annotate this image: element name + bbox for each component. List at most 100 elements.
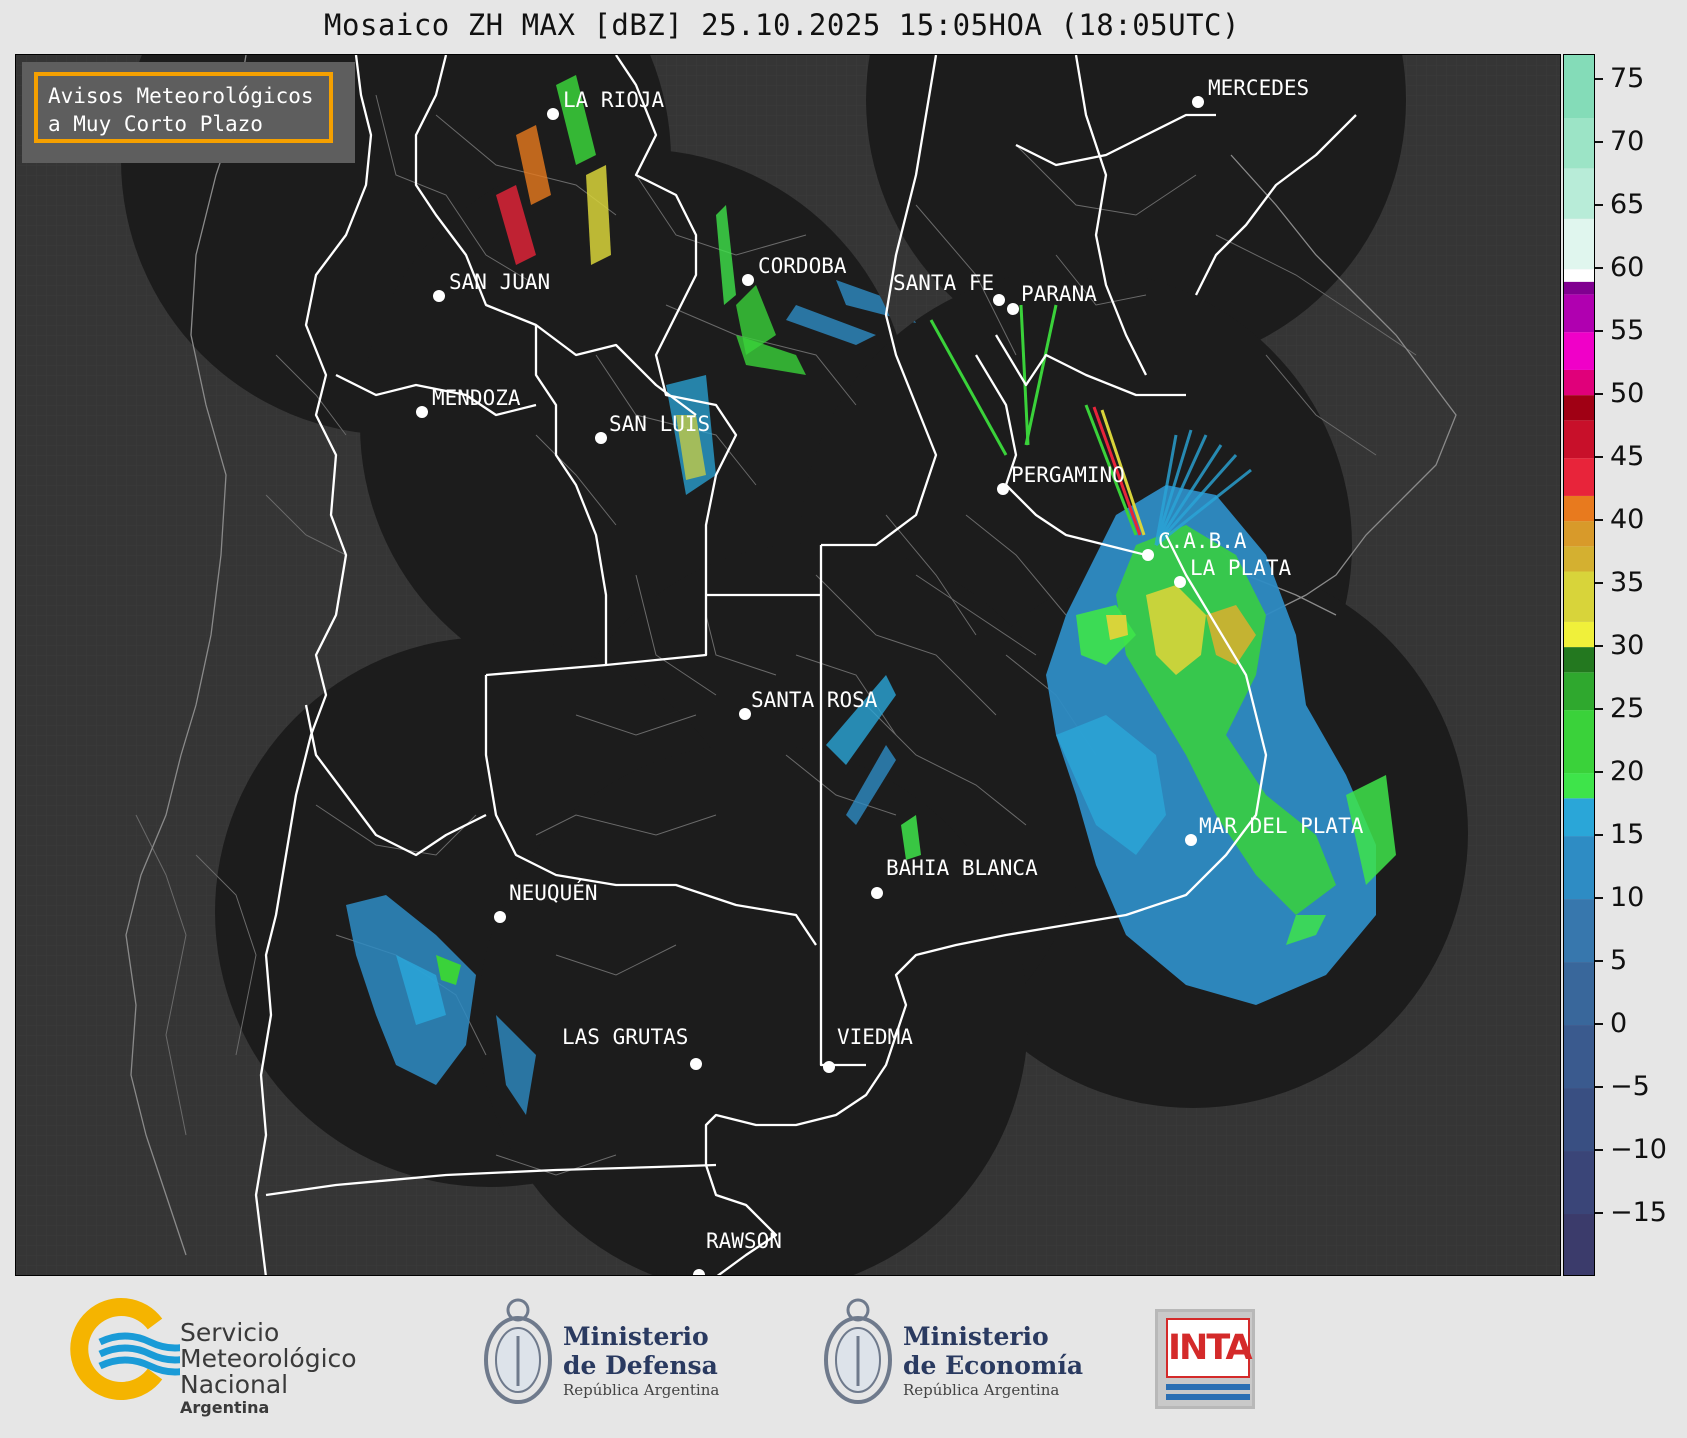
- colorbar-tick: [1595, 1149, 1603, 1152]
- colorbar-tick-label: 55: [1610, 315, 1645, 347]
- inta-logo[interactable]: INTA: [1155, 1309, 1255, 1409]
- colorbar-band: [1564, 117, 1594, 169]
- inta-stripe: [1166, 1384, 1250, 1390]
- city-label: NEUQUÉN: [509, 880, 598, 905]
- colorbar-band: [1564, 621, 1594, 648]
- marker-mar-del-plata[interactable]: [1185, 834, 1197, 846]
- marker-bahia-blanca[interactable]: [871, 887, 883, 899]
- marker-viedma[interactable]: [823, 1061, 835, 1073]
- city-label: CORDOBA: [758, 254, 847, 278]
- colorbar-band: [1564, 571, 1594, 622]
- city-label: LA PLATA: [1190, 556, 1292, 580]
- notice-box[interactable]: Avisos Meteorológicos a Muy Corto Plazo: [34, 72, 333, 143]
- map-canvas: LA RIOJA MERCEDES CORDOBA SAN JUAN SANTA…: [16, 55, 1560, 1275]
- marker-las-grutas[interactable]: [690, 1058, 702, 1070]
- colorbar-tick-label: 65: [1610, 189, 1645, 221]
- colorbar-tick: [1595, 141, 1603, 144]
- colorbar-band: [1564, 458, 1594, 496]
- colorbar-tick: [1595, 519, 1603, 522]
- colorbar-tick-label: 0: [1610, 1008, 1628, 1040]
- colorbar-band: [1564, 672, 1594, 711]
- colorbar-band: [1564, 962, 1594, 1026]
- colorbar-band: [1564, 836, 1594, 900]
- colorbar-tick: [1595, 204, 1603, 207]
- smn-line-3: Nacional: [180, 1370, 289, 1399]
- colorbar-band: [1564, 1025, 1594, 1089]
- economia-line-2: de Economía: [903, 1351, 1084, 1380]
- city-label: PERGAMINO: [1011, 463, 1125, 487]
- defensa-wordmark: Ministerio de Defensa República Argentin…: [563, 1322, 719, 1400]
- colorbar-canvas: [1564, 55, 1594, 1275]
- marker-cordoba[interactable]: [742, 274, 754, 286]
- city-label: MENDOZA: [432, 386, 521, 410]
- economia-logo[interactable]: Ministerio de Economía República Argenti…: [818, 1296, 1098, 1416]
- city-label: LAS GRUTAS: [562, 1025, 688, 1049]
- map-title: Mosaico ZH MAX [dBZ] 25.10.2025 15:05HOA…: [324, 8, 1240, 42]
- colorbar-band: [1564, 521, 1594, 547]
- marker-san-luis[interactable]: [595, 432, 607, 444]
- marker-san-juan[interactable]: [433, 290, 445, 302]
- colorbar: [1563, 54, 1595, 1276]
- city-label: SAN LUIS: [609, 412, 710, 436]
- colorbar-tick: [1595, 582, 1603, 585]
- colorbar-tick-label: 75: [1610, 63, 1645, 95]
- notice-panel: Avisos Meteorológicos a Muy Corto Plazo: [22, 62, 355, 163]
- marker-santa-fe[interactable]: [993, 294, 1005, 306]
- colorbar-tick-label: −5: [1610, 1071, 1650, 1103]
- marker-caba[interactable]: [1142, 549, 1154, 561]
- smn-logo[interactable]: Servicio Meteorológico Nacional Argentin…: [60, 1294, 380, 1417]
- colorbar-band: [1564, 281, 1594, 295]
- economia-line-3: República Argentina: [903, 1381, 1060, 1399]
- logo-footer: Servicio Meteorológico Nacional Argentin…: [0, 1276, 1687, 1438]
- marker-la-rioja[interactable]: [547, 108, 559, 120]
- colorbar-band: [1564, 710, 1594, 774]
- marker-santa-rosa[interactable]: [739, 708, 751, 720]
- colorbar-tick: [1595, 771, 1603, 774]
- marker-la-plata[interactable]: [1174, 576, 1186, 588]
- defensa-logo[interactable]: Ministerio de Defensa República Argentin…: [478, 1296, 738, 1416]
- colorbar-tick-label: 50: [1610, 378, 1645, 410]
- colorbar-tick-label: 15: [1610, 819, 1645, 851]
- colorbar-band: [1564, 168, 1594, 219]
- economia-wordmark: Ministerio de Economía República Argenti…: [903, 1322, 1083, 1400]
- colorbar-band: [1564, 55, 1594, 118]
- marker-mendoza[interactable]: [416, 406, 428, 418]
- city-label: PARANA: [1021, 282, 1097, 306]
- smn-line-1: Servicio: [180, 1318, 280, 1347]
- marker-parana[interactable]: [1007, 303, 1019, 315]
- colorbar-tick-label: 60: [1610, 252, 1645, 284]
- defensa-line-1: Ministerio: [563, 1322, 709, 1351]
- colorbar-tick: [1595, 393, 1603, 396]
- colorbar-tick: [1595, 78, 1603, 81]
- colorbar-tick: [1595, 960, 1603, 963]
- colorbar-tick-label: 70: [1610, 126, 1645, 158]
- defensa-line-2: de Defensa: [563, 1351, 718, 1380]
- colorbar-band: [1564, 218, 1594, 270]
- colorbar-band: [1564, 647, 1594, 673]
- colorbar-band: [1564, 1151, 1594, 1215]
- inta-stripe: [1166, 1394, 1250, 1400]
- marker-pergamino[interactable]: [997, 483, 1009, 495]
- colorbar-band: [1564, 773, 1594, 799]
- colorbar-tick-label: 5: [1610, 945, 1628, 977]
- colorbar-tick-label: 30: [1610, 630, 1645, 662]
- colorbar-band: [1564, 395, 1594, 421]
- colorbar-tick: [1595, 1023, 1603, 1026]
- radar-map[interactable]: LA RIOJA MERCEDES CORDOBA SAN JUAN SANTA…: [15, 54, 1561, 1276]
- colorbar-band: [1564, 899, 1594, 963]
- city-label: BAHIA BLANCA: [886, 856, 1038, 880]
- colorbar-band: [1564, 420, 1594, 459]
- colorbar-tick-label: 20: [1610, 756, 1645, 788]
- city-label: C.A.B.A: [1158, 529, 1247, 553]
- colorbar-band: [1564, 546, 1594, 572]
- notice-line-2: a Muy Corto Plazo: [48, 112, 263, 136]
- marker-mercedes[interactable]: [1192, 96, 1204, 108]
- economia-line-1: Ministerio: [903, 1322, 1049, 1351]
- colorbar-tick: [1595, 456, 1603, 459]
- colorbar-tick-label: −10: [1610, 1134, 1667, 1166]
- marker-neuquen[interactable]: [494, 911, 506, 923]
- city-label: RAWSON: [706, 1229, 782, 1253]
- smn-line-2: Meteorológico: [180, 1344, 357, 1373]
- colorbar-tick-label: 25: [1610, 693, 1645, 725]
- colorbar-band: [1564, 798, 1594, 837]
